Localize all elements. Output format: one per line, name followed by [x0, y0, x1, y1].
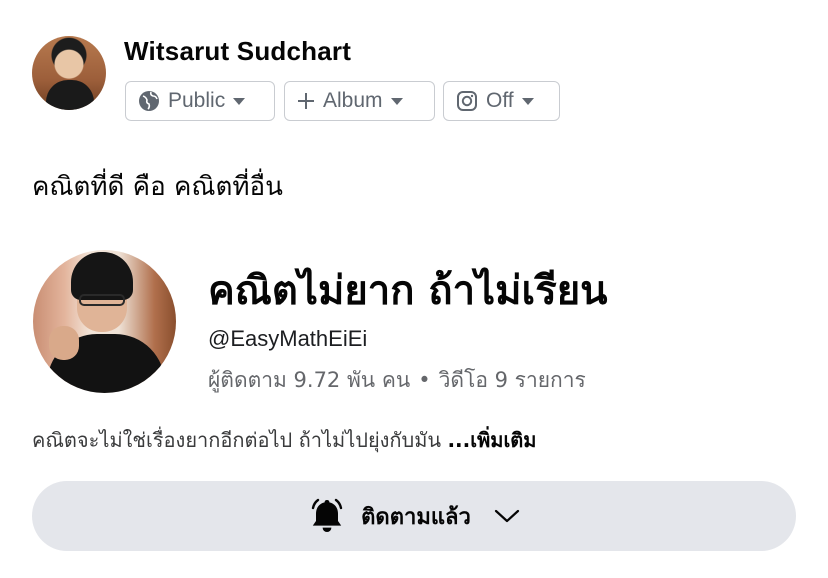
- album-label: Album: [323, 89, 383, 112]
- user-name: Witsarut Sudchart: [124, 36, 352, 66]
- caret-down-icon: [521, 97, 534, 105]
- post-text: คณิตที่ดี คือ คณิตที่อื่น: [32, 172, 283, 202]
- caret-down-icon: [390, 97, 403, 105]
- page-stats: ผู้ติดตาม 9.72 พัน คน • วิดีโอ 9 รายการ: [208, 364, 586, 397]
- page-description: คณิตจะไม่ใช่เรื่องยากอีกต่อไป ถ้าไม่ไปยุ…: [32, 424, 536, 456]
- instagram-icon: [457, 91, 477, 111]
- privacy-selector-button[interactable]: Public: [125, 81, 275, 121]
- following-label: ติดตามแล้ว: [361, 504, 471, 530]
- album-button[interactable]: Album: [284, 81, 435, 121]
- see-more-link[interactable]: ...เพิ่มเติม: [447, 428, 536, 452]
- following-button[interactable]: ติดตามแล้ว: [32, 481, 796, 551]
- follower-count: ผู้ติดตาม 9.72 พัน คน: [208, 368, 411, 392]
- globe-icon: [139, 91, 159, 111]
- plus-icon: [298, 93, 314, 109]
- privacy-label: Public: [168, 89, 226, 112]
- video-count: วิดีโอ 9 รายการ: [438, 368, 586, 392]
- caret-down-icon: [233, 97, 246, 105]
- separator: •: [418, 368, 431, 392]
- instagram-share-button[interactable]: Off: [443, 81, 560, 121]
- user-avatar[interactable]: [32, 36, 106, 110]
- page-title[interactable]: คณิตไม่ยาก ถ้าไม่เรียน: [208, 258, 607, 322]
- page-handle: @EasyMathEiEi: [208, 326, 368, 351]
- description-text: คณิตจะไม่ใช่เรื่องยากอีกต่อไป ถ้าไม่ไปยุ…: [32, 428, 442, 452]
- instagram-label: Off: [486, 89, 514, 112]
- chevron-down-icon: [494, 509, 519, 523]
- page-avatar[interactable]: [33, 250, 176, 393]
- bell-icon: [311, 498, 343, 532]
